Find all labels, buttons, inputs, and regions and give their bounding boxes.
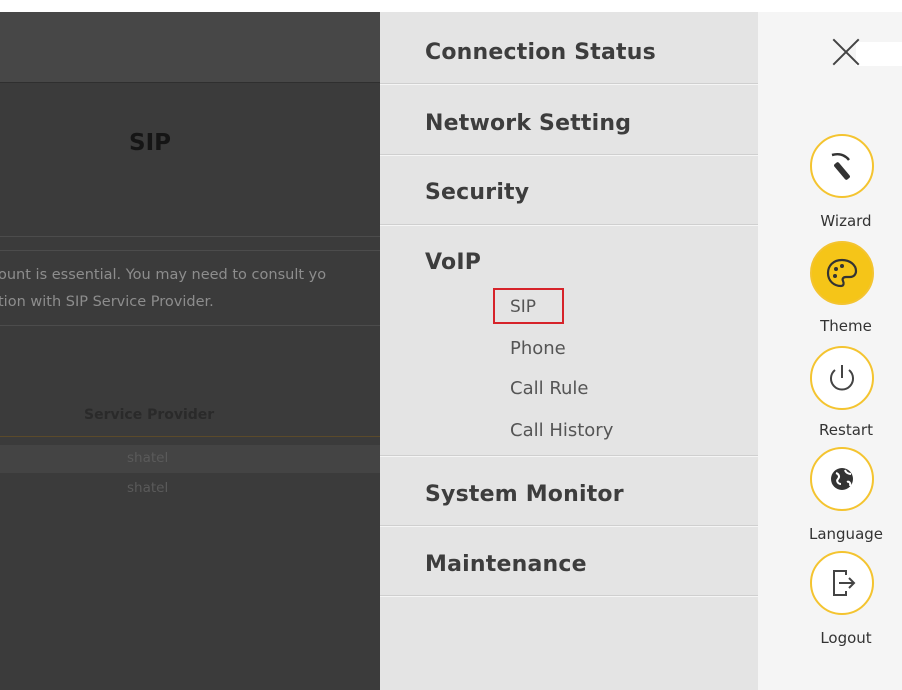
menu-divider xyxy=(380,525,758,527)
divider xyxy=(0,325,380,326)
menu-voip-call-history[interactable]: Call History xyxy=(510,420,613,441)
palette-icon xyxy=(826,258,858,288)
close-icon[interactable] xyxy=(828,37,864,67)
logout-label: Logout xyxy=(820,629,872,647)
menu-security[interactable]: Security xyxy=(425,180,529,205)
menu-voip-phone[interactable]: Phone xyxy=(510,338,566,359)
menu-divider xyxy=(380,595,758,597)
page-title: SIP xyxy=(129,130,171,156)
wizard-button[interactable] xyxy=(810,134,874,198)
power-icon xyxy=(830,365,854,391)
wizard-label: Wizard xyxy=(820,212,872,230)
table-cell: shatel xyxy=(127,480,169,496)
menu-divider xyxy=(380,455,758,457)
background-page-overlay: SIP ount is essential. You may need to c… xyxy=(0,12,380,690)
language-label: Language xyxy=(808,525,884,543)
menu-system-monitor[interactable]: System Monitor xyxy=(425,482,624,507)
divider xyxy=(0,236,380,237)
menu-voip-call-rule[interactable]: Call Rule xyxy=(510,378,589,399)
restart-button[interactable] xyxy=(810,346,874,410)
menu-voip[interactable]: VoIP xyxy=(425,250,481,275)
menu-divider xyxy=(380,83,758,85)
menu-voip-sip[interactable]: SIP xyxy=(510,297,536,317)
menu-divider xyxy=(380,224,758,226)
page-header-bar xyxy=(0,12,380,83)
logout-icon xyxy=(833,570,856,596)
menu-divider xyxy=(380,154,758,156)
side-panel: Wizard Theme Restart Language Logout xyxy=(758,12,902,690)
table-row xyxy=(0,445,380,473)
wizard-wand-icon xyxy=(831,152,850,180)
logout-button[interactable] xyxy=(810,551,874,615)
menu-network-setting[interactable]: Network Setting xyxy=(425,111,631,136)
page-description-line: ount is essential. You may need to consu… xyxy=(0,267,327,283)
language-button[interactable] xyxy=(810,447,874,511)
menu-maintenance[interactable]: Maintenance xyxy=(425,552,587,577)
divider xyxy=(0,250,380,251)
menu-connection-status[interactable]: Connection Status xyxy=(425,40,656,65)
table-header-service-provider: Service Provider xyxy=(84,407,215,423)
table-cell: shatel xyxy=(127,450,169,466)
table-header-underline xyxy=(0,436,380,437)
restart-label: Restart xyxy=(819,421,873,439)
navigation-menu: Connection Status Network Setting Securi… xyxy=(380,12,758,690)
theme-button[interactable] xyxy=(810,241,874,305)
page-description-line: tion with SIP Service Provider. xyxy=(0,294,214,310)
theme-label: Theme xyxy=(820,317,872,335)
globe-icon xyxy=(831,468,853,490)
